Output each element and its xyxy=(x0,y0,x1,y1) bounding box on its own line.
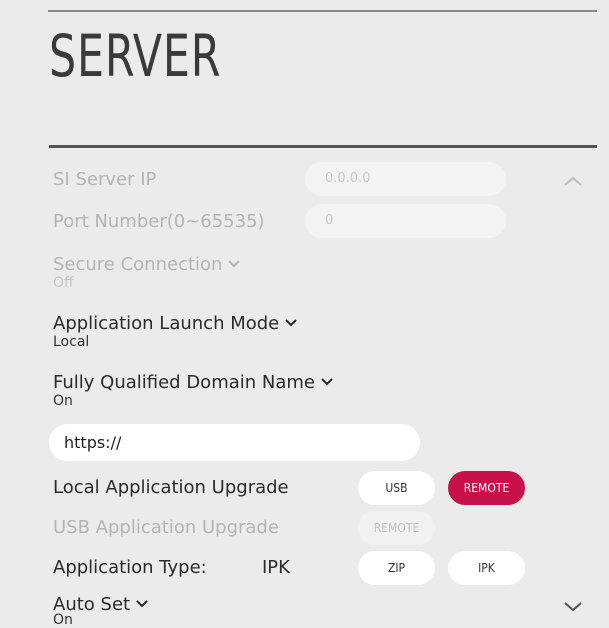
chevron-up-icon[interactable] xyxy=(563,172,583,191)
server-ip-label: SI Server IP xyxy=(53,169,157,190)
app-type-zip-button[interactable]: ZIP xyxy=(358,551,435,585)
usb-upgrade-label: USB Application Upgrade xyxy=(53,517,279,538)
server-ip-input[interactable]: 0.0.0.0 xyxy=(305,162,506,196)
chevron-down-icon xyxy=(321,370,333,391)
chevron-down-icon xyxy=(136,592,148,613)
chevron-down-icon xyxy=(228,252,241,273)
fqdn-dropdown[interactable]: Fully Qualified Domain Name xyxy=(53,370,333,393)
app-type-ipk-button[interactable]: IPK xyxy=(448,551,525,585)
launch-mode-value: Local xyxy=(53,334,90,350)
local-upgrade-usb-button[interactable]: USB xyxy=(358,471,435,505)
fqdn-label: Fully Qualified Domain Name xyxy=(53,372,315,393)
secure-connection-dropdown[interactable]: Secure Connection xyxy=(53,252,241,275)
app-type-label: Application Type: xyxy=(53,557,207,578)
port-number-label: Port Number(0~65535) xyxy=(53,211,265,232)
usb-upgrade-remote-button[interactable]: REMOTE xyxy=(358,511,435,545)
section-divider xyxy=(49,145,597,148)
local-upgrade-label: Local Application Upgrade xyxy=(53,477,289,498)
app-type-value: IPK xyxy=(262,557,290,578)
port-number-input[interactable]: 0 xyxy=(305,204,506,238)
fqdn-url-input[interactable]: https:// xyxy=(49,424,420,461)
auto-set-value: On xyxy=(53,612,73,628)
secure-connection-label: Secure Connection xyxy=(53,254,223,275)
launch-mode-dropdown[interactable]: Application Launch Mode xyxy=(53,311,297,334)
chevron-down-icon[interactable] xyxy=(563,598,583,617)
local-upgrade-remote-button[interactable]: REMOTE xyxy=(448,471,525,505)
secure-connection-value: Off xyxy=(53,275,74,291)
top-divider xyxy=(48,10,597,12)
page-title: SERVER xyxy=(49,22,222,90)
launch-mode-label: Application Launch Mode xyxy=(53,313,280,334)
chevron-down-icon xyxy=(285,311,297,332)
fqdn-value: On xyxy=(53,393,73,409)
